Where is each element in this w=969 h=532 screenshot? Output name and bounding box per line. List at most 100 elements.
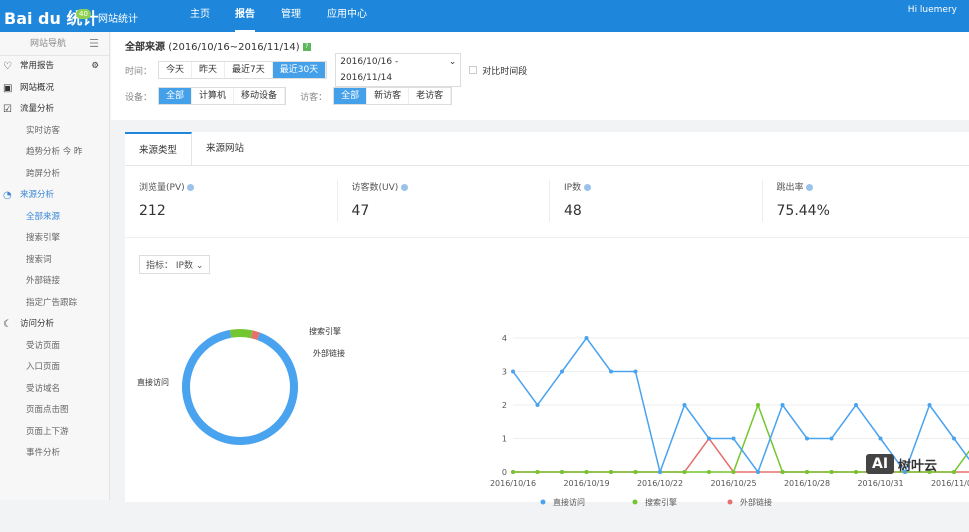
sidebar-item[interactable]: 跨屏分析 — [0, 164, 109, 186]
y-tick: 1 — [502, 435, 507, 444]
kpi-value: 75.44% — [777, 203, 969, 219]
compare-label: 对比时间段 — [482, 64, 527, 77]
time_options-2[interactable]: 最近7天 — [225, 62, 273, 78]
pie-slice[interactable] — [182, 330, 298, 445]
data-point[interactable] — [658, 470, 662, 474]
pie-slice[interactable] — [230, 329, 253, 338]
data-point[interactable] — [536, 470, 540, 474]
x-tick: 2016/10/19 — [563, 479, 609, 488]
sidebar-item-label: 实时访客 — [26, 126, 60, 136]
data-point[interactable] — [781, 403, 785, 407]
nav-3[interactable]: 应用中心 — [327, 5, 367, 20]
data-point[interactable] — [609, 470, 613, 474]
sidebar-item[interactable]: ◔来源分析 — [0, 185, 109, 207]
data-point[interactable] — [585, 470, 589, 474]
date-picker[interactable]: 2016/10/16 - 2016/11/14⌄ — [335, 53, 461, 87]
nav-1[interactable]: 报告 — [235, 5, 255, 33]
data-point[interactable] — [634, 470, 638, 474]
sidebar-item[interactable]: ▣网站概况 — [0, 78, 109, 100]
kpi-label: IP数 — [564, 183, 581, 193]
data-point[interactable] — [805, 437, 809, 441]
time_options-3[interactable]: 最近30天 — [273, 62, 326, 78]
nav-2[interactable]: 管理 — [281, 5, 301, 20]
sidebar-item[interactable]: 实时访客 — [0, 121, 109, 143]
legend-label[interactable]: 直接访问 — [553, 497, 585, 507]
data-point[interactable] — [756, 470, 760, 474]
sidebar-item[interactable]: 事件分析 — [0, 443, 109, 465]
sidebar-item[interactable]: 页面点击图 — [0, 400, 109, 422]
x-tick: 2016/10/28 — [784, 479, 830, 488]
data-point[interactable] — [560, 370, 564, 374]
compare-checkbox[interactable] — [469, 66, 477, 74]
sidebar-item[interactable]: 受访域名 — [0, 379, 109, 401]
sidebar-item[interactable]: ♡常用报告⚙ — [0, 56, 109, 78]
data-point[interactable] — [707, 437, 711, 441]
sidebar-item-label: 跨屏分析 — [26, 169, 60, 179]
collapse-icon[interactable]: ☰ — [89, 32, 99, 56]
time_options-1[interactable]: 昨天 — [192, 62, 225, 78]
data-point[interactable] — [511, 370, 515, 374]
data-point[interactable] — [781, 470, 785, 474]
sidebar-item-label: 指定广告跟踪 — [26, 298, 77, 308]
data-point[interactable] — [854, 470, 858, 474]
sidebar-item-label: 访问分析 — [20, 319, 54, 329]
data-point[interactable] — [511, 470, 515, 474]
user-greeting[interactable]: Hi luemery — [908, 5, 957, 15]
device_options-2[interactable]: 移动设备 — [234, 88, 285, 104]
nav-0[interactable]: 主页 — [190, 5, 210, 20]
data-point[interactable] — [952, 437, 956, 441]
device-label: 设备： — [125, 90, 152, 103]
tab-0[interactable]: 来源类型 — [125, 132, 192, 165]
data-point[interactable] — [634, 370, 638, 374]
sidebar-item[interactable]: 受访页面 — [0, 336, 109, 358]
time_options-0[interactable]: 今天 — [159, 62, 192, 78]
top-bar: Bai du 统计 40 网站统计 主页报告管理应用中心 Hi luemery — [0, 0, 969, 32]
data-point[interactable] — [683, 470, 687, 474]
sidebar-item[interactable]: 搜索引擎 — [0, 228, 109, 250]
visitor_options-1[interactable]: 新访客 — [367, 88, 409, 104]
sidebar-item[interactable]: 全部来源 — [0, 207, 109, 229]
visitor_options-2[interactable]: 老访客 — [409, 88, 451, 104]
sidebar-item[interactable]: 搜索词 — [0, 250, 109, 272]
tab-1[interactable]: 来源网站 — [192, 132, 258, 165]
sidebar-item[interactable]: ☾访问分析 — [0, 314, 109, 336]
data-point[interactable] — [732, 470, 736, 474]
data-point[interactable] — [830, 437, 834, 441]
sidebar-item[interactable]: 入口页面 — [0, 357, 109, 379]
legend-label[interactable]: 搜索引擎 — [645, 497, 677, 507]
metric-select-value: 指标： IP数 — [146, 261, 193, 271]
data-point[interactable] — [928, 403, 932, 407]
sidebar-item[interactable]: ☑流量分析 — [0, 99, 109, 121]
visitor_options-0[interactable]: 全部 — [334, 88, 367, 104]
data-point[interactable] — [585, 336, 589, 340]
sidebar-item[interactable]: 外部链接 — [0, 271, 109, 293]
data-point[interactable] — [560, 470, 564, 474]
help-icon[interactable] — [401, 184, 408, 191]
help-icon[interactable]: ? — [303, 43, 311, 51]
data-point[interactable] — [732, 437, 736, 441]
watermark: AI树叶云 — [866, 454, 937, 474]
sidebar-item[interactable]: 趋势分析 今 昨 — [0, 142, 109, 164]
sidebar-item[interactable]: 指定广告跟踪 — [0, 293, 109, 315]
device_options-0[interactable]: 全部 — [159, 88, 192, 104]
device_options-1[interactable]: 计算机 — [192, 88, 234, 104]
sidebar-item[interactable]: 页面上下游 — [0, 422, 109, 444]
data-point[interactable] — [683, 403, 687, 407]
data-point[interactable] — [536, 403, 540, 407]
kpi-label: 访客数(UV) — [352, 183, 399, 193]
data-point[interactable] — [707, 470, 711, 474]
help-icon[interactable] — [584, 184, 591, 191]
help-icon[interactable] — [187, 184, 194, 191]
data-point[interactable] — [854, 403, 858, 407]
data-point[interactable] — [879, 437, 883, 441]
visitor-label: 访客： — [300, 90, 327, 103]
help-icon[interactable] — [806, 184, 813, 191]
data-point[interactable] — [830, 470, 834, 474]
overview-icon: ▣ — [3, 78, 12, 100]
data-point[interactable] — [609, 370, 613, 374]
data-point[interactable] — [756, 403, 760, 407]
gear-icon[interactable]: ⚙ — [91, 56, 99, 78]
data-point[interactable] — [805, 470, 809, 474]
data-point[interactable] — [952, 470, 956, 474]
legend-label[interactable]: 外部链接 — [740, 497, 772, 507]
